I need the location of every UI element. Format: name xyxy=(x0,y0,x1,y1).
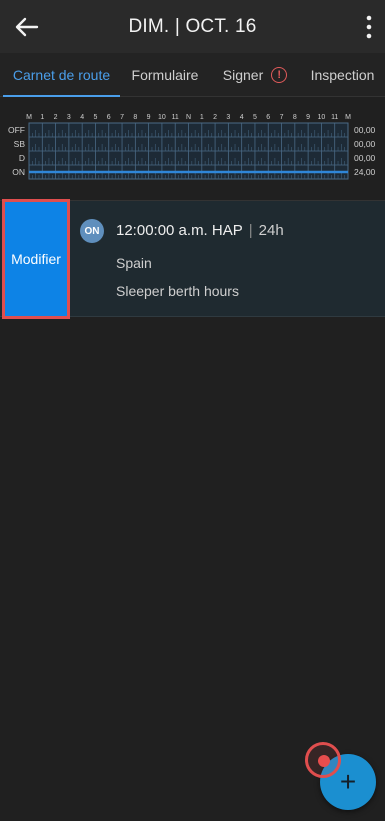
tab-label: Carnet de route xyxy=(12,66,111,83)
graph-hour-label: 5 xyxy=(94,114,98,121)
graph-hour-label: N xyxy=(186,114,191,121)
graph-row-total: 00,00 xyxy=(354,139,376,149)
entry-time: 12:00:00 a.m. HAP xyxy=(116,222,243,239)
log-graph: M 1 2 3 4 5 6 7 8 9 10 11 N 1 2 3 4 5 6 7 8 9 10 11 MOFF 00,00SB 0… xyxy=(8,114,376,180)
graph-row-total: 24,00 xyxy=(354,167,376,177)
status-badge: ON xyxy=(80,219,104,243)
graph-hour-label: 3 xyxy=(226,114,230,121)
graph-hour-label: 7 xyxy=(280,114,284,121)
graph-hour-label: 11 xyxy=(331,114,338,121)
graph-hour-label: 9 xyxy=(147,114,151,121)
graph-hour-label: 6 xyxy=(266,114,270,121)
graph-hour-label: 1 xyxy=(200,114,204,121)
tab-label: Signer xyxy=(222,66,264,83)
page-title: DIM. | OCT. 16 xyxy=(128,15,257,37)
tab-form[interactable]: Formulaire xyxy=(120,53,210,97)
tab-label: Inspection xyxy=(310,66,375,83)
separator: | xyxy=(248,222,253,239)
graph-hour-label: 9 xyxy=(306,114,310,121)
tab-bar: Carnet de route Formulaire Signer ! Insp… xyxy=(0,53,385,97)
tab-label: Formulaire xyxy=(131,66,199,83)
graph-row-label: D xyxy=(19,153,25,163)
tab-inspection[interactable]: Inspection xyxy=(300,53,385,97)
graph-hour-label: 2 xyxy=(54,114,58,121)
graph-hour-label: 4 xyxy=(240,114,244,121)
edit-button-label: Modifier xyxy=(11,251,61,267)
entry-location: Spain xyxy=(116,255,152,271)
graph-row-label: SB xyxy=(14,139,26,149)
graph-hour-label: 4 xyxy=(80,114,84,121)
entry-note: Sleeper berth hours xyxy=(116,283,239,299)
graph-row-total: 00,00 xyxy=(354,153,376,163)
graph-hour-label: 8 xyxy=(293,114,297,121)
app-bar: DIM. | OCT. 16 xyxy=(0,0,385,53)
graph-row-label: ON xyxy=(12,167,25,177)
graph-hour-label: 1 xyxy=(40,114,44,121)
graph-hour-label: 10 xyxy=(158,114,166,121)
tab-logbook[interactable]: Carnet de route xyxy=(3,53,120,97)
graph-row-total: 00,00 xyxy=(354,125,376,135)
entry-duration: 24h xyxy=(258,222,284,239)
graph-hour-label: 3 xyxy=(67,114,71,121)
graph-hour-label: 10 xyxy=(318,114,326,121)
tab-sign[interactable]: Signer ! xyxy=(210,53,300,97)
graph-hour-label: 6 xyxy=(107,114,111,121)
more-vertical-icon[interactable] xyxy=(363,14,375,40)
edit-button[interactable]: Modifier xyxy=(2,199,70,319)
graph-hour-label: 8 xyxy=(133,114,137,121)
graph-row-label: OFF xyxy=(8,125,25,135)
graph-hour-label: M xyxy=(345,114,351,121)
alert-circle-icon: ! xyxy=(271,66,288,83)
graph-hour-label: 5 xyxy=(253,114,257,121)
touch-indicator-dot xyxy=(318,755,330,767)
arrow-left-icon[interactable] xyxy=(12,12,42,42)
graph-hour-label: 7 xyxy=(120,114,124,121)
graph-hour-label: 11 xyxy=(172,114,179,121)
entry-time-line: 12:00:00 a.m. HAP | 24h xyxy=(116,222,284,239)
graph-hour-label: 2 xyxy=(213,114,217,121)
graph-hour-label: M xyxy=(26,114,32,121)
plus-icon: + xyxy=(339,766,357,797)
